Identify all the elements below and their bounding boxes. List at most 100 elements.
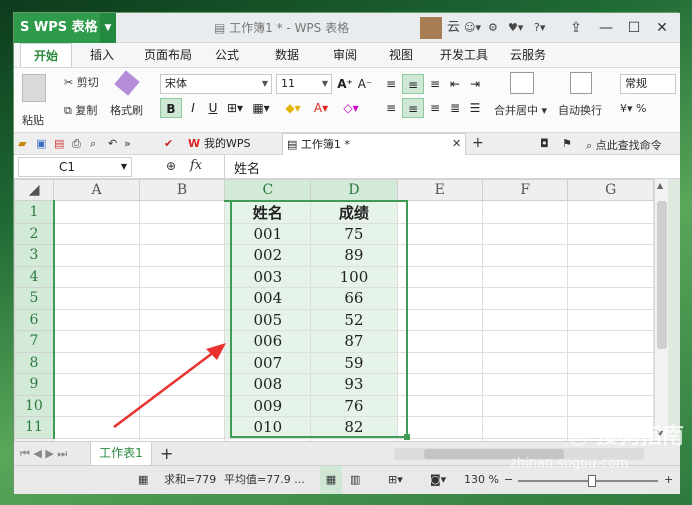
flag-icon[interactable]: ⚑ [562, 137, 572, 150]
tab-insert[interactable]: 插入 [80, 43, 124, 67]
normal-view-icon[interactable]: ▦ [320, 466, 342, 494]
restore-ribbon-button[interactable]: ⇪ [562, 13, 590, 43]
zoom-slider-thumb[interactable] [588, 475, 596, 487]
tab-home[interactable]: 开始 [20, 43, 72, 67]
preview-icon[interactable]: ⌕ [90, 137, 96, 151]
side-panel-toggle[interactable] [668, 179, 680, 441]
tab-workbook[interactable]: ▤ 工作簿1 * [282, 133, 466, 155]
align-center-icon[interactable]: ≡ [402, 98, 424, 118]
border-icon[interactable]: ⊞▾ [224, 98, 246, 118]
chevron-down-icon[interactable]: ▼ [100, 13, 116, 43]
zoom-icon[interactable]: ⊕ [166, 159, 176, 173]
zoom-level[interactable]: 130 % [464, 466, 499, 494]
vertical-scrollbar[interactable]: ▲ ▼ [654, 179, 668, 441]
tab-formulas[interactable]: 公式 [208, 43, 246, 67]
cut-button[interactable]: ✂ 剪切 [64, 74, 99, 90]
format-painter-button[interactable]: 格式刷 [110, 102, 143, 118]
search-command[interactable]: ⌕ 点此查找命令 [586, 137, 662, 153]
maximize-button[interactable]: ☐ [620, 13, 648, 43]
sheet-tab[interactable]: 工作表1 [90, 442, 152, 466]
tab-view[interactable]: 视图 [382, 43, 420, 67]
new-tab-icon[interactable]: + [472, 135, 484, 151]
wrap-text-icon[interactable] [570, 72, 592, 94]
user-name[interactable]: 云 [447, 13, 460, 43]
document-icon: ▤ [214, 21, 230, 35]
align-right-icon[interactable]: ≡ [424, 98, 446, 118]
chevron-down-icon: ▼ [321, 79, 328, 88]
save-icon[interactable]: ▣ [36, 137, 46, 150]
cell-style-icon[interactable]: ▦▾ [250, 98, 272, 118]
pin-icon[interactable]: ✔ [164, 137, 173, 150]
justify-icon[interactable]: ≣ [444, 98, 466, 118]
sheet-nav-icon[interactable]: ⏮ ◀ ▶ ⏭ [20, 447, 67, 461]
watermark-logo: ◎ 搜狗指南 [569, 424, 684, 449]
merge-center-icon[interactable] [510, 72, 534, 94]
name-box[interactable]: C1 ▼ [18, 157, 132, 177]
tab-developer[interactable]: 开发工具 [434, 43, 494, 67]
minimize-button[interactable]: — [592, 13, 620, 43]
add-sheet-icon[interactable]: + [160, 444, 173, 463]
fx-button[interactable]: fx [190, 158, 202, 173]
underline-button[interactable]: U [202, 98, 224, 118]
indent-decrease-icon[interactable]: ⇤ [444, 74, 466, 94]
help-icon[interactable]: ?▾ [534, 13, 545, 43]
red-arrow-annotation [113, 343, 226, 428]
align-middle-icon[interactable]: ≡ [402, 74, 424, 94]
paste-button[interactable]: 粘贴 [22, 112, 44, 128]
format-painter-icon[interactable] [114, 70, 140, 96]
font-shrink-icon[interactable]: A⁻ [354, 74, 376, 94]
font-grow-icon[interactable]: A⁺ [334, 74, 356, 94]
pdf-icon[interactable]: ▤ [54, 137, 64, 150]
align-top-icon[interactable]: ≡ [380, 74, 402, 94]
copy-button[interactable]: ⧉ 复制 [64, 102, 97, 118]
tab-my-wps[interactable]: W 我的WPS [184, 133, 278, 155]
scroll-thumb[interactable] [657, 201, 667, 349]
zoom-in-icon[interactable]: + [664, 466, 673, 494]
tab-data[interactable]: 数据 [268, 43, 306, 67]
more-icon[interactable]: » [124, 137, 131, 150]
menu-bar: 开始 插入 页面布局 公式 数据 审阅 视图 开发工具 云服务 [14, 43, 680, 67]
align-bottom-icon[interactable]: ≡ [424, 74, 446, 94]
app-brand: WPS 表格 [33, 20, 98, 35]
shirt-icon[interactable]: ♥▾ [508, 13, 523, 43]
fill-color-icon[interactable]: ◆▾ [282, 98, 304, 118]
font-size-select[interactable]: 11 ▼ [276, 74, 332, 94]
print-icon[interactable]: ⎙ [72, 137, 81, 151]
align-left-icon[interactable]: ≡ [380, 98, 402, 118]
status-icon[interactable]: ▦ [138, 466, 148, 494]
indent-increase-icon[interactable]: ⇥ [464, 74, 486, 94]
bold-button[interactable]: B [160, 98, 182, 118]
wps-app-button[interactable]: S WPS 表格 ▼ [14, 13, 116, 43]
scroll-up-icon[interactable]: ▲ [657, 181, 663, 190]
italic-button[interactable]: I [182, 98, 204, 118]
number-format-select[interactable]: 常规 [620, 74, 676, 94]
clear-format-icon[interactable]: ◇▾ [340, 98, 362, 118]
emoji-icon[interactable]: ☺▾ [464, 13, 481, 43]
page-break-icon[interactable]: ⊞▾ [388, 466, 403, 494]
font-color-icon[interactable]: A▾ [310, 98, 332, 118]
document-tabs-bar: ▰ ▣ ▤ ⎙ ⌕ ↶ » ✔ W 我的WPS ▤ 工作簿1 * ✕ + ◘ ⚑… [14, 133, 680, 155]
tab-page-layout[interactable]: 页面布局 [136, 43, 200, 67]
ribbon: 粘贴 ✂ 剪切 ⧉ 复制 格式刷 宋体 ▼ 11 ▼ A⁺ A⁻ B I U ⊞▾ … [14, 67, 680, 133]
distribute-icon[interactable]: ☰ [464, 98, 486, 118]
currency-icon[interactable]: ¥▾ % [620, 102, 646, 115]
font-name-select[interactable]: 宋体 ▼ [160, 74, 272, 94]
formula-input[interactable]: 姓名 [234, 158, 260, 177]
reading-mode-icon[interactable]: ◙▾ [430, 466, 446, 494]
wrap-text-button[interactable]: 自动换行 [558, 102, 602, 118]
gear-icon[interactable]: ⚙ [488, 13, 498, 43]
window-title: ▤ 工作簿1 * - WPS 表格 [214, 21, 350, 35]
tab-cloud[interactable]: 云服务 [504, 43, 552, 67]
page-layout-icon[interactable]: ▥ [350, 466, 360, 494]
box-icon[interactable]: ◘ [540, 137, 549, 150]
undo-icon[interactable]: ↶ [108, 137, 117, 150]
tab-review[interactable]: 审阅 [326, 43, 364, 67]
avatar[interactable] [419, 16, 443, 40]
close-tab-icon[interactable]: ✕ [452, 137, 461, 150]
merge-center-button[interactable]: 合并居中 ▾ [494, 102, 547, 118]
zoom-slider[interactable] [518, 475, 658, 487]
close-button[interactable]: ✕ [648, 13, 676, 43]
folder-icon[interactable]: ▰ [18, 137, 26, 150]
clipboard-icon[interactable] [22, 74, 46, 102]
search-icon: ⌕ [586, 139, 596, 152]
